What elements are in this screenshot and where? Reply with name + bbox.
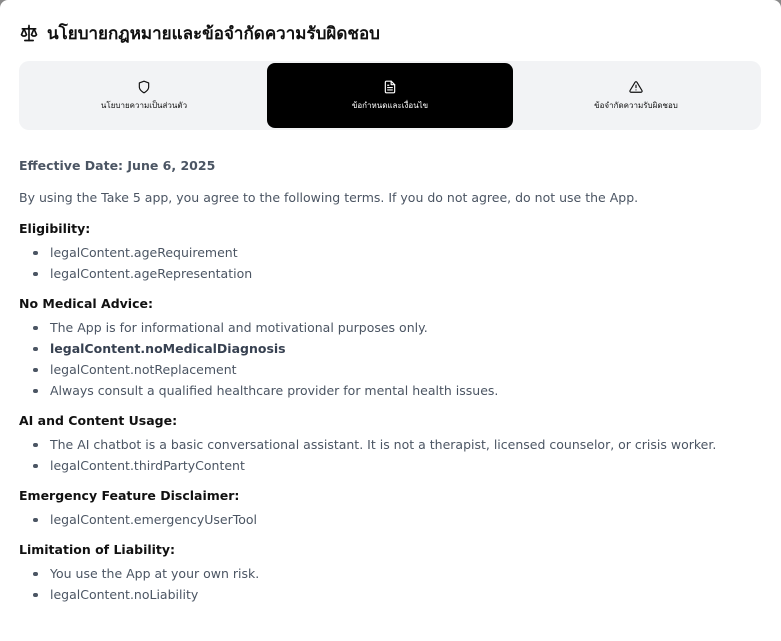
section-title: Emergency Feature Disclaimer: [19,488,240,503]
list-item: legalContent.ageRequirement [19,242,761,263]
section-emergency-disclaimer: Emergency Feature Disclaimer: legalConte… [19,485,761,530]
section-title: AI and Content Usage: [19,413,178,428]
list-item: The App is for informational and motivat… [19,317,761,338]
tab-privacy-policy[interactable]: นโยบายความเป็นส่วนตัว [21,63,267,128]
tab-bar: นโยบายความเป็นส่วนตัว ข้อกำหนดและเงื่อนไ… [19,61,761,130]
section-eligibility: Eligibility: legalContent.ageRequirement… [19,218,761,284]
list-item: legalContent.emergencyUserTool [19,509,761,530]
shield-icon [138,80,150,93]
list-item: legalContent.thirdPartyContent [19,455,761,476]
list-item: legalContent.noLiability [19,584,761,605]
list-item: legalContent.notReplacement [19,359,761,380]
tab-label: ข้อกำหนดและเงื่อนไข [351,100,429,110]
bullet-list: The AI chatbot is a basic conversational… [19,434,761,476]
tab-terms-conditions[interactable]: ข้อกำหนดและเงื่อนไข [267,63,513,128]
tab-label: นโยบายความเป็นส่วนตัว [100,100,188,110]
list-item: legalContent.noMedicalDiagnosis [19,338,761,359]
list-item: You use the App at your own risk. [19,563,761,584]
section-title: Eligibility: [19,221,91,236]
bullet-list: legalContent.ageRequirement legalContent… [19,242,761,284]
warning-icon [629,80,643,93]
list-item: The AI chatbot is a basic conversational… [19,434,761,455]
section-ai-content-usage: AI and Content Usage: The AI chatbot is … [19,410,761,476]
intro-paragraph: By using the Take 5 app, you agree to th… [19,190,639,205]
scale-icon [20,24,38,42]
modal-header: นโยบายกฎหมายและข้อจำกัดความรับผิดชอบ [19,20,380,46]
list-item: Always consult a qualified healthcare pr… [19,380,761,401]
section-title: Limitation of Liability: [19,542,176,557]
effective-date: Effective Date: June 6, 2025 [19,158,216,173]
tab-label: ข้อจำกัดความรับผิดชอบ [594,100,678,110]
section-no-medical-advice: No Medical Advice: The App is for inform… [19,293,761,401]
bullet-list: legalContent.emergencyUserTool [19,509,761,530]
tab-disclaimer[interactable]: ข้อจำกัดความรับผิดชอบ [513,63,759,128]
modal-title: นโยบายกฎหมายและข้อจำกัดความรับผิดชอบ [47,23,380,44]
document-icon [384,80,396,93]
list-item: legalContent.ageRepresentation [19,263,761,284]
legal-modal: นโยบายกฎหมายและข้อจำกัดความรับผิดชอบ นโย… [0,0,781,641]
section-limitation-of-liability: Limitation of Liability: You use the App… [19,539,761,605]
bullet-list: You use the App at your own risk. legalC… [19,563,761,605]
terms-content: Effective Date: June 6, 2025 By using th… [19,155,761,605]
section-title: No Medical Advice: [19,296,153,311]
bullet-list: The App is for informational and motivat… [19,317,761,401]
